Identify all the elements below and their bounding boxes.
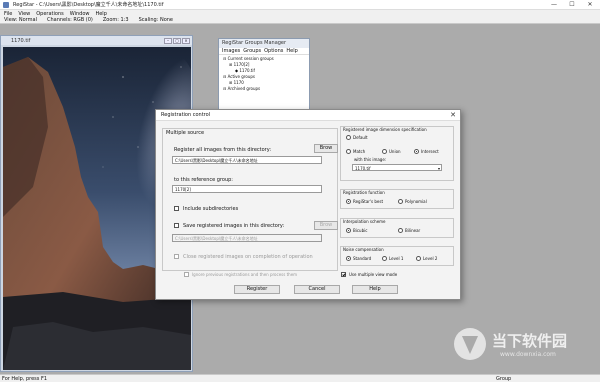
union-radio[interactable] — [382, 149, 387, 154]
registar-best-radio[interactable] — [346, 199, 351, 204]
union-label: Union — [389, 149, 401, 154]
default-radio[interactable] — [346, 135, 351, 140]
status-bar: For Help, press F1 Group — [0, 374, 600, 382]
menu-bar: File View Operations Window Help — [0, 10, 600, 17]
menu-view[interactable]: View — [18, 11, 30, 17]
groups-tree: ⊟ Current session groups ⊞ 1170[2] ◆ 117… — [219, 55, 309, 92]
interpolation-title: Interpolation scheme — [343, 219, 386, 224]
with-image-value: 1170.tif — [355, 166, 371, 171]
match-label: Match — [353, 149, 366, 154]
reference-group-label: to this reference group: — [174, 177, 233, 183]
minimize-button[interactable]: — — [545, 0, 563, 10]
close-window-button[interactable]: ✕ — [581, 0, 599, 10]
reference-group-input[interactable]: 1170[2] — [172, 185, 322, 193]
with-image-select[interactable]: 1170.tif ▾ — [352, 164, 442, 171]
menu-help[interactable]: Help — [95, 11, 106, 17]
ignore-previous-label: Ignore previous registrations and then p… — [192, 272, 298, 277]
info-bar: View: Normal Channels: RGB (0) Zoom: 1:3… — [0, 17, 600, 24]
match-radio[interactable] — [346, 149, 351, 154]
level1-label: Level 1 — [389, 256, 404, 261]
dialog-title: Registration control — [156, 110, 460, 121]
bilinear-radio[interactable] — [398, 228, 403, 233]
level2-label: Level 2 — [423, 256, 438, 261]
image-close-button[interactable]: × — [182, 37, 190, 44]
include-subdirectories-checkbox[interactable] — [174, 206, 179, 211]
help-button[interactable]: Help — [352, 285, 398, 294]
dialog-close-icon[interactable]: ✕ — [450, 111, 456, 119]
noise-title: Noise compensation — [343, 247, 384, 252]
groups-menu-help[interactable]: Help — [286, 48, 297, 54]
registration-function-title: Registration function — [343, 190, 385, 195]
groups-menu-options[interactable]: Options — [264, 48, 283, 54]
bilinear-label: Bilinear — [405, 228, 421, 233]
registration-control-dialog: Registration control ✕ Multiple source R… — [155, 109, 461, 300]
include-subdirectories-label: Include subdirectories — [183, 206, 239, 212]
groups-manager-title: RegiStar Groups Manager — [219, 39, 309, 48]
status-help-text: For Help, press F1 — [2, 376, 48, 382]
bicubic-radio[interactable] — [346, 228, 351, 233]
level2-radio[interactable] — [416, 256, 421, 261]
with-image-label: with this image: — [354, 157, 387, 162]
save-directory-input[interactable]: C:\Users\黑影\Desktop\魔立千人\未命名地址 — [172, 234, 322, 242]
use-multiple-view-checkbox[interactable] — [341, 272, 346, 277]
standard-label: Standard — [353, 256, 372, 261]
bicubic-label: Bicubic — [353, 228, 368, 233]
intersect-label: Intersect — [421, 149, 439, 154]
watermark-url: www.downxia.com — [500, 351, 556, 358]
groups-manager-window[interactable]: RegiStar Groups Manager Images Groups Op… — [218, 38, 310, 114]
save-registered-checkbox[interactable] — [174, 223, 179, 228]
browse-save-button[interactable]: Brow — [314, 221, 338, 230]
watermark: 当下软件园 www.downxia.com — [452, 326, 588, 366]
intersect-radio[interactable] — [414, 149, 419, 154]
polynomial-radio[interactable] — [398, 199, 403, 204]
source-directory-input[interactable]: C:\Users\黑影\Desktop\魔立千人\未命名地址 — [172, 156, 322, 164]
close-registered-checkbox[interactable] — [174, 254, 179, 259]
ignore-previous-checkbox[interactable] — [184, 272, 189, 277]
image-maximize-button[interactable]: ◻ — [173, 37, 181, 44]
level1-radio[interactable] — [382, 256, 387, 261]
image-window-title: 1170.tif — [11, 37, 31, 44]
chevron-down-icon: ▾ — [437, 166, 440, 171]
cancel-button[interactable]: Cancel — [294, 285, 340, 294]
groups-menu-groups[interactable]: Groups — [243, 48, 261, 54]
registar-best-label: RegiStar's best — [353, 199, 384, 204]
channels-info: Channels: RGB (0) — [46, 17, 93, 23]
close-registered-label: Close registered images on completion of… — [183, 254, 313, 260]
title-bar: RegiStar - C:\Users\黑影\Desktop\魔立千人\未命名地… — [0, 0, 600, 10]
save-registered-label: Save registered images in this directory… — [183, 223, 285, 229]
polynomial-label: Polynomial — [405, 199, 427, 204]
maximize-button[interactable]: ☐ — [563, 0, 581, 10]
window-title: RegiStar - C:\Users\黑影\Desktop\魔立千人\未命名地… — [13, 2, 164, 8]
multiple-source-label: Multiple source — [166, 130, 205, 136]
browse-button[interactable]: Brow — [314, 144, 338, 153]
register-button[interactable]: Register — [234, 285, 280, 294]
watermark-brand: 当下软件园 — [492, 332, 568, 350]
groups-menu-images[interactable]: Images — [222, 48, 240, 54]
zoom-info: Zoom: 1:3 — [102, 17, 129, 23]
app-icon — [3, 1, 9, 8]
image-minimize-button[interactable]: – — [164, 37, 172, 44]
scaling-info: Scaling: None — [138, 17, 174, 23]
menu-file[interactable]: File — [4, 11, 12, 17]
standard-radio[interactable] — [346, 256, 351, 261]
default-label: Default — [353, 135, 368, 140]
status-group: Group — [496, 376, 512, 382]
image-window-titlebar[interactable]: 1170.tif – ◻ × — [1, 36, 192, 45]
dimension-spec-title: Registered image dimension specification — [343, 127, 427, 132]
tree-item-archived-groups[interactable]: ⊟ Archived groups — [223, 86, 309, 92]
menu-operations[interactable]: Operations — [36, 11, 64, 17]
view-mode: View: Normal — [4, 17, 37, 23]
use-multiple-view-label: Use multiple view mode — [349, 272, 398, 277]
register-all-label: Register all images from this directory: — [174, 147, 272, 153]
menu-window[interactable]: Window — [70, 11, 90, 17]
